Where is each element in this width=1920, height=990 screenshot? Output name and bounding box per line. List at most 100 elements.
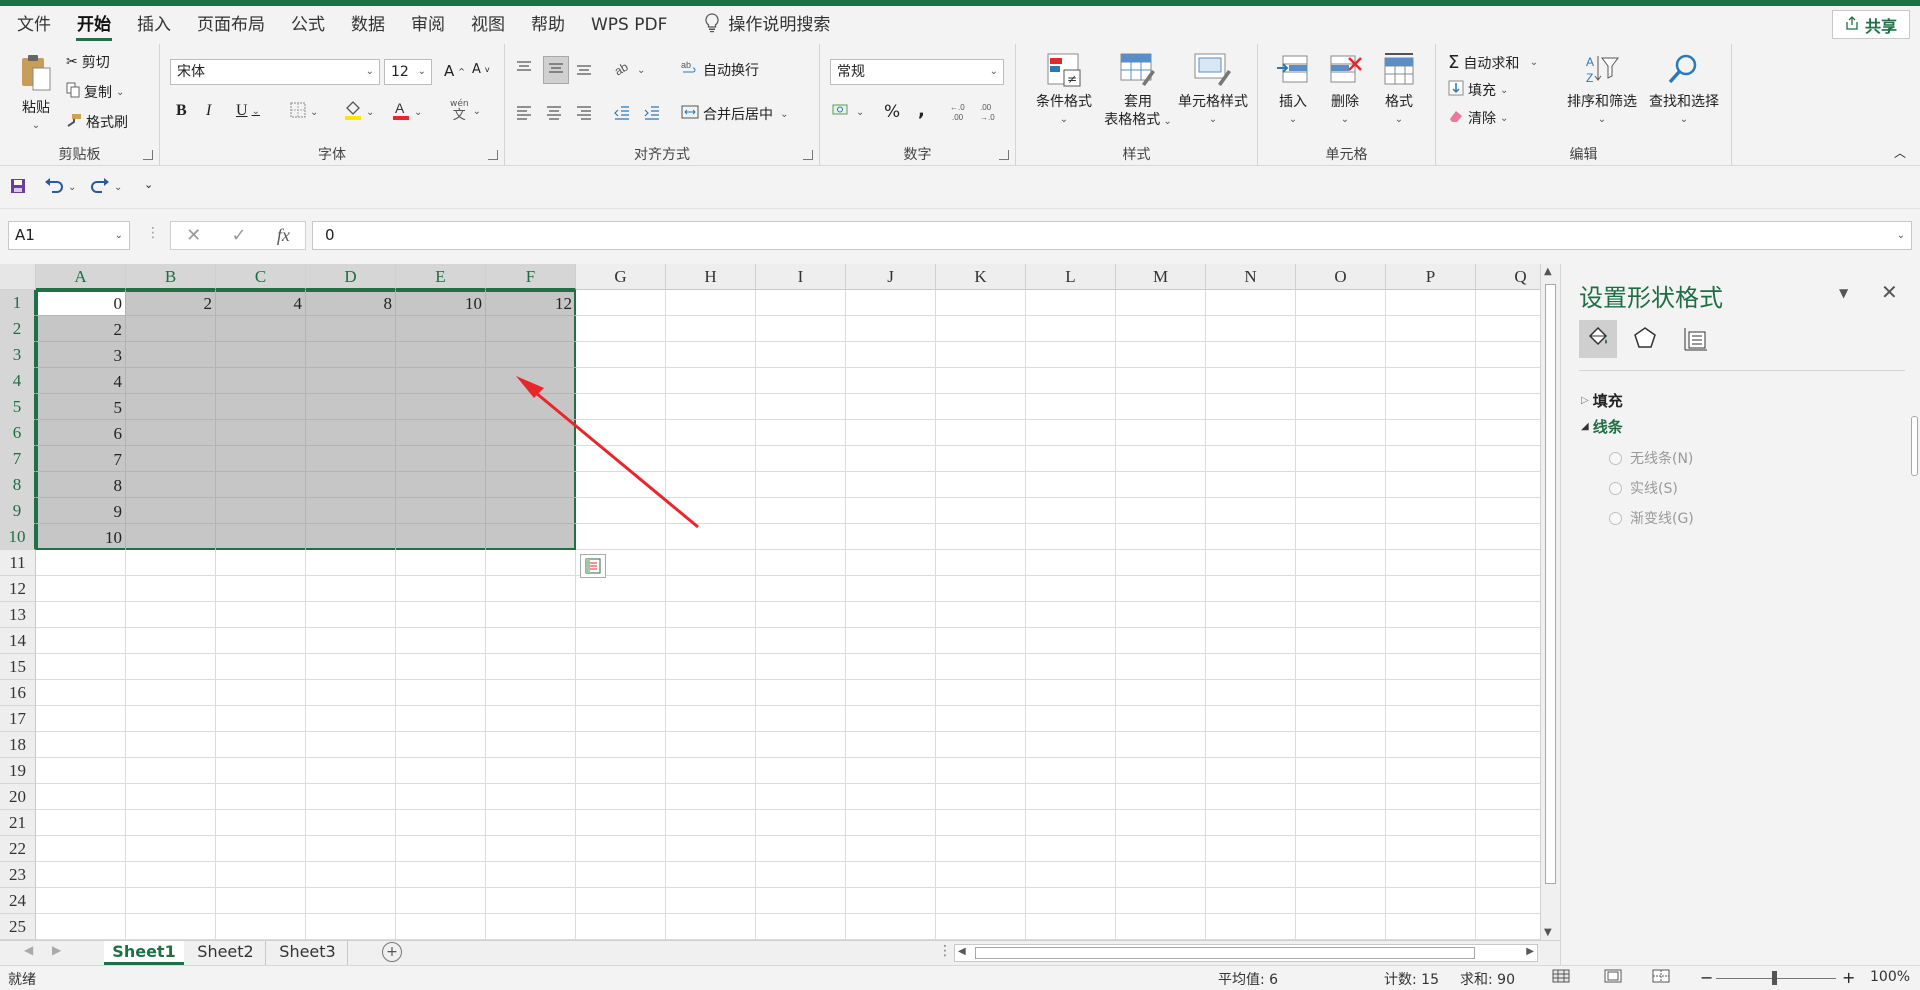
sheet-tab-sheet1[interactable]: Sheet1 [104,941,184,965]
pane-options-button[interactable]: ▼ [1839,286,1848,300]
column-header-b[interactable]: B [126,264,216,290]
column-header-f[interactable]: F [486,264,576,290]
vertical-scrollbar[interactable]: ▲ ▼ [1540,264,1560,940]
cell-a10[interactable]: 10 [36,524,126,550]
cell-a4[interactable]: 4 [36,368,126,394]
row-header-2[interactable]: 2 [0,316,36,342]
row-header-16[interactable]: 16 [0,680,36,706]
prev-sheet-icon[interactable]: ◀ [24,943,33,957]
row-header-23[interactable]: 23 [0,862,36,888]
cell-e1[interactable]: 10 [396,290,486,316]
page-break-view-button[interactable] [1652,969,1670,987]
column-header-m[interactable]: M [1116,264,1206,290]
row-header-4[interactable]: 4 [0,368,36,394]
size-properties-tab[interactable] [1683,326,1709,356]
find-select-button[interactable]: 查找和选择 ⌄ [1642,52,1726,129]
row-header-25[interactable]: 25 [0,914,36,940]
save-button[interactable] [10,178,26,198]
font-name-select[interactable]: 宋体 ⌄ [170,59,380,85]
borders-button[interactable]: ⌄ [290,102,318,122]
row-header-10[interactable]: 10 [0,524,36,550]
column-header-g[interactable]: G [576,264,666,290]
enter-icon[interactable]: ✓ [231,225,246,246]
select-all-corner[interactable] [0,264,36,290]
row-header-22[interactable]: 22 [0,836,36,862]
grow-font-button[interactable]: A ^ [444,62,465,80]
cell-d1[interactable]: 8 [306,290,396,316]
scroll-up-icon[interactable]: ▲ [1544,266,1552,277]
zoom-slider-thumb[interactable] [1772,971,1777,985]
column-header-e[interactable]: E [396,264,486,290]
tab-home[interactable]: 开始 [64,6,124,44]
clipboard-launcher[interactable] [143,150,153,160]
zoom-in-button[interactable]: + [1842,968,1855,987]
column-header-d[interactable]: D [306,264,396,290]
tab-review[interactable]: 审阅 [398,6,458,44]
align-bottom-button[interactable] [575,60,593,80]
cell-a7[interactable]: 7 [36,446,126,472]
line-section-header[interactable]: ◢ 线条 [1581,416,1623,437]
cell-a3[interactable]: 3 [36,342,126,368]
number-format-select[interactable]: 常规 ⌄ [830,59,1004,85]
h-scroll-thumb[interactable] [975,947,1475,959]
orientation-button[interactable]: ab ⌄ [612,59,645,80]
column-header-l[interactable]: L [1026,264,1116,290]
scroll-down-icon[interactable]: ▼ [1544,927,1552,938]
row-header-19[interactable]: 19 [0,758,36,784]
row-header-17[interactable]: 17 [0,706,36,732]
align-center-button[interactable] [545,104,563,124]
normal-view-button[interactable] [1552,969,1570,987]
format-cells-button[interactable]: 格式 ⌄ [1374,52,1424,129]
cell-b1[interactable]: 2 [126,290,216,316]
shrink-font-button[interactable]: Av [472,62,490,77]
zoom-level[interactable]: 100% [1870,969,1910,985]
row-header-15[interactable]: 15 [0,654,36,680]
row-header-13[interactable]: 13 [0,602,36,628]
cell-f1[interactable]: 12 [486,290,576,316]
fill-button[interactable]: 填充 ⌄ [1448,80,1508,100]
tab-data[interactable]: 数据 [338,6,398,44]
fill-section-header[interactable]: ▷ 填充 [1581,390,1623,411]
cell-a8[interactable]: 8 [36,472,126,498]
column-header-q[interactable]: Q [1476,264,1540,290]
undo-button[interactable]: ⌄ [44,177,76,197]
increase-indent-button[interactable] [643,104,661,124]
formula-input[interactable]: 0 ⌄ [312,221,1912,250]
comma-button[interactable]: , [918,100,925,121]
insert-cells-button[interactable]: 插入 ⌄ [1268,52,1318,129]
cell-a1[interactable]: 0 [36,290,126,316]
redo-button[interactable]: ⌄ [90,177,122,197]
cell-a2[interactable]: 2 [36,316,126,342]
row-header-21[interactable]: 21 [0,810,36,836]
italic-button[interactable]: I [206,102,211,120]
customize-qat-button[interactable]: ⌄ [144,178,153,191]
collapse-ribbon-button[interactable]: ︿ [1894,144,1906,161]
scroll-left-icon[interactable]: ◀ [958,946,966,957]
delete-cells-button[interactable]: 删除 ⌄ [1320,52,1370,129]
effects-tab[interactable] [1633,326,1657,354]
tab-file[interactable]: 文件 [4,6,64,44]
clear-button[interactable]: 清除 ⌄ [1448,108,1508,128]
row-header-24[interactable]: 24 [0,888,36,914]
format-painter-button[interactable]: 格式刷 [66,112,128,132]
tell-me-search[interactable]: 操作说明搜索 [720,6,843,44]
row-header-3[interactable]: 3 [0,342,36,368]
worksheet-grid[interactable]: ABCDEFGHIJKLMNOPQ 1 2 3 4 5 6 7 8 9 10 11 12 13 14 15 1… [0,264,1540,940]
alignment-launcher[interactable] [803,150,813,160]
row-header-5[interactable]: 5 [0,394,36,420]
tab-wps-pdf[interactable]: WPS PDF [578,6,680,44]
cell-a5[interactable]: 5 [36,394,126,420]
font-size-select[interactable]: 12 ⌄ [384,59,432,85]
column-header-n[interactable]: N [1206,264,1296,290]
cell-a6[interactable]: 6 [36,420,126,446]
bold-button[interactable]: B [176,102,187,120]
add-sheet-button[interactable]: + [382,942,402,962]
fill-color-button[interactable]: ⌄ [344,100,374,124]
accounting-format-button[interactable]: ⌄ [832,102,864,122]
cell-a9[interactable]: 9 [36,498,126,524]
phonetic-button[interactable]: wén 文 ⌄ [450,100,481,123]
column-header-a[interactable]: A [36,264,126,290]
column-header-j[interactable]: J [846,264,936,290]
row-header-18[interactable]: 18 [0,732,36,758]
row-header-9[interactable]: 9 [0,498,36,524]
